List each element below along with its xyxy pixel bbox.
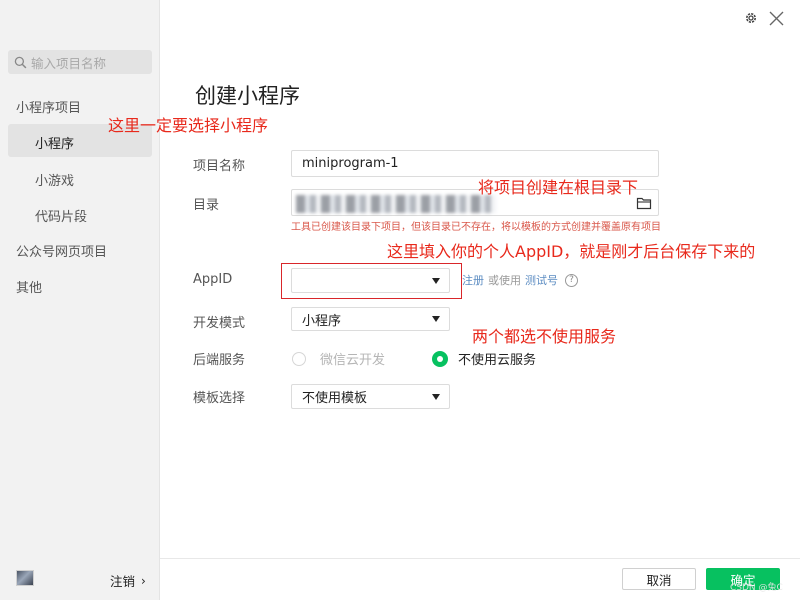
- radio-unchecked-icon: [292, 351, 306, 366]
- register-link[interactable]: 注册: [462, 272, 484, 288]
- dev-mode-select[interactable]: 小程序: [291, 307, 450, 331]
- radio-no-cloud[interactable]: 不使用云服务: [432, 349, 536, 368]
- watermark: CSDN @兔C: [730, 583, 783, 593]
- dialog-footer: [160, 558, 800, 600]
- or-use-text: 或使用: [488, 274, 521, 287]
- help-icon[interactable]: ?: [565, 273, 578, 287]
- test-account-link[interactable]: 测试号: [525, 272, 558, 288]
- annotation-no-cloud: 两个都选不使用服务: [472, 327, 617, 346]
- template-value: 不使用模板: [302, 391, 368, 406]
- caret-down-icon: [432, 316, 440, 322]
- project-name-input[interactable]: miniprogram-1: [291, 150, 659, 177]
- appid-links: 注册 或使用 测试号 ?: [462, 272, 578, 288]
- sidebar-item-miniprogram[interactable]: 小程序: [35, 133, 74, 152]
- sidebar-footer: 注销 ›: [0, 558, 160, 600]
- appid-highlight-box: [281, 263, 462, 299]
- sidebar-section-other[interactable]: 其他: [16, 277, 42, 296]
- appid-label: AppID: [193, 272, 233, 287]
- sidebar-item-minigame[interactable]: 小游戏: [35, 170, 74, 189]
- annotation-fill-appid: 这里填入你的个人AppID，就是刚才后台保存下来的: [387, 242, 756, 261]
- project-name-label: 项目名称: [193, 159, 246, 174]
- search-placeholder: 输入项目名称: [31, 55, 107, 71]
- logout-label: 注销: [110, 574, 136, 589]
- close-icon[interactable]: [768, 9, 786, 27]
- dev-mode-label: 开发模式: [193, 316, 246, 331]
- cancel-button[interactable]: 取消: [622, 568, 696, 590]
- project-name-value: miniprogram-1: [302, 156, 399, 171]
- annotation-choose-miniprogram: 这里一定要选择小程序: [108, 116, 269, 135]
- chevron-right-icon: ›: [141, 573, 146, 588]
- radio-wechat-cloud-label: 微信云开发: [320, 353, 386, 368]
- caret-down-icon: [432, 393, 440, 400]
- page-title: 创建小程序: [195, 84, 300, 108]
- settings-icon[interactable]: [743, 9, 759, 27]
- radio-no-cloud-label: 不使用云服务: [458, 353, 537, 368]
- directory-hint: 工具已创建该目录下项目，但该目录已不存在，将以模板的方式创建并覆盖原有项目: [291, 222, 661, 233]
- search-icon: [14, 56, 27, 68]
- template-label: 模板选择: [193, 391, 246, 406]
- backend-label: 后端服务: [193, 353, 246, 368]
- directory-label: 目录: [193, 198, 220, 213]
- dev-mode-value: 小程序: [302, 313, 342, 329]
- template-select[interactable]: 不使用模板: [291, 384, 450, 409]
- sidebar: 输入项目名称 小程序项目 小程序 小游戏 代码片段 公众号网页项目 其他 注销 …: [0, 0, 160, 600]
- radio-wechat-cloud[interactable]: 微信云开发: [292, 349, 385, 368]
- radio-checked-icon: [432, 350, 448, 367]
- search-input[interactable]: 输入项目名称: [8, 50, 152, 74]
- avatar[interactable]: [16, 570, 34, 586]
- directory-path-blurred: [296, 195, 496, 213]
- sidebar-section-official-account[interactable]: 公众号网页项目: [16, 241, 107, 260]
- sidebar-item-code-snippet[interactable]: 代码片段: [35, 206, 87, 225]
- logout-button[interactable]: 注销 ›: [110, 571, 146, 590]
- sidebar-section-miniprogram[interactable]: 小程序项目: [16, 97, 81, 116]
- folder-icon[interactable]: [636, 196, 652, 210]
- annotation-create-in-root: 将项目创建在根目录下: [478, 178, 639, 197]
